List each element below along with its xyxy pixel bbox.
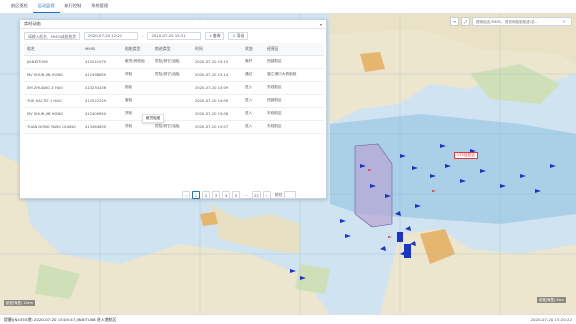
cell-ship-type: 拖轮 bbox=[122, 81, 152, 95]
export-button-label: 导出 bbox=[236, 33, 245, 38]
panel-title: 实时动态 bbox=[24, 21, 41, 26]
table-row[interactable]: YUAN DONG YANG GUANG 413464650 货轮 危险/其它/… bbox=[24, 120, 324, 134]
cell-status: 进入 bbox=[242, 94, 264, 108]
vts-station-label[interactable]: VTS信息站 bbox=[454, 152, 478, 159]
search-icon: ⌕ bbox=[209, 33, 212, 38]
prev-page-button[interactable]: ‹ bbox=[182, 191, 190, 199]
scale-indicator-right: 航程(海里) 5km bbox=[537, 297, 566, 303]
cell-status: 进入 bbox=[242, 107, 264, 121]
cell-ship-type: 货轮 bbox=[122, 68, 152, 82]
search-button-label: 查询 bbox=[212, 33, 221, 38]
cell-area: 东线航区 bbox=[264, 107, 324, 121]
tab-overview[interactable]: 航区揽检 bbox=[6, 1, 33, 13]
cell-ship-name: YUE HAI TIE 1 HAO bbox=[24, 94, 82, 108]
cell-ship-name: XM ZHUANG Z HAO bbox=[24, 81, 82, 95]
column-header[interactable]: 船名 bbox=[24, 43, 82, 56]
map-tools: ≡ ⤢ bbox=[450, 17, 470, 26]
column-header[interactable]: 航迹类型 bbox=[152, 43, 192, 56]
top-nav: 航区揽检 运动监视 航行控制 系统管理 bbox=[0, 0, 576, 14]
pagination: ‹ 1 2 3 4 5 ... 22 › 前往 bbox=[182, 191, 297, 199]
page-button[interactable]: 3 bbox=[212, 191, 220, 199]
cell-status: 通过 bbox=[242, 68, 264, 82]
page-button[interactable]: 22 bbox=[252, 191, 261, 199]
tab-system-management[interactable]: 系统管理 bbox=[86, 1, 113, 13]
cell-track-type bbox=[152, 81, 192, 95]
cell-mmsi: 412522259 bbox=[82, 94, 122, 108]
map-search-box: ⌕ bbox=[472, 17, 572, 26]
cell-time: 2020-07-20 15:09 bbox=[192, 81, 242, 95]
table-row[interactable]: YUE HAI TIE 1 HAO 412522259 客轮 2020-07-2… bbox=[24, 94, 324, 108]
page-button[interactable]: 1 bbox=[192, 191, 200, 199]
tab-navigation-control[interactable]: 航行控制 bbox=[60, 1, 87, 13]
cell-mmsi: 413241970 bbox=[82, 55, 122, 69]
cell-ship-name: YUAN DONG YANG GUANG bbox=[24, 120, 82, 134]
tab-monitor[interactable]: 运动监视 bbox=[32, 1, 60, 13]
cell-area: 东线航区 bbox=[264, 120, 324, 134]
cell-status: 离开 bbox=[242, 55, 264, 69]
goto-page-input[interactable] bbox=[284, 191, 297, 199]
page-button[interactable]: 4 bbox=[222, 191, 230, 199]
map-search-input[interactable] bbox=[473, 19, 559, 24]
page-button[interactable]: 2 bbox=[202, 191, 210, 199]
date-separator: - bbox=[142, 33, 144, 39]
column-header[interactable]: 时间 bbox=[192, 43, 242, 56]
fullscreen-icon[interactable]: ⤢ bbox=[461, 17, 470, 26]
date-to-field[interactable]: 2020-07-20 15:21 bbox=[147, 32, 202, 40]
cell-time: 2020-07-20 15:15 bbox=[192, 55, 242, 69]
keyword-input[interactable] bbox=[24, 32, 80, 40]
table-header-row: 船名 MMSI 船舶类型 航迹类型 时间 状态 经营区 bbox=[24, 43, 324, 56]
goto-label: 前往 bbox=[274, 192, 283, 197]
column-header[interactable]: 船舶类型 bbox=[122, 43, 152, 56]
cell-track-type: 危险/其它/油船 bbox=[152, 55, 192, 69]
scale-indicator-left: 航程(海里) 10km bbox=[4, 300, 35, 306]
table-row[interactable]: JIANXITU06 413241970 散货/其他船 危险/其它/油船 202… bbox=[24, 55, 324, 69]
realtime-panel: 实时动态 ▾ 2020-07-20 12:21 - 2020-07-20 15:… bbox=[19, 19, 327, 199]
layers-icon[interactable]: ≡ bbox=[450, 17, 459, 26]
current-time: 2020-07-20 15:20:22 bbox=[530, 317, 572, 322]
cell-ship-type: 客轮 bbox=[122, 94, 152, 108]
cell-mmsi: 412409650 bbox=[82, 107, 122, 121]
chevron-down-icon[interactable]: ▾ bbox=[320, 22, 322, 27]
next-page-button[interactable]: › bbox=[262, 191, 271, 199]
cell-ship-name: MV SHUN JIN HONG bbox=[24, 107, 82, 121]
table-row[interactable]: MV SHUN JIN HONG 412409650 货轮 2020-07-20… bbox=[24, 107, 324, 121]
cell-mmsi: 412498650 bbox=[82, 68, 122, 82]
cell-area: 湛江港口大桥航段 bbox=[264, 68, 324, 82]
page-button[interactable]: 5 bbox=[232, 191, 240, 199]
download-icon: ⇩ bbox=[232, 33, 236, 38]
cell-track-type bbox=[152, 94, 192, 108]
panel-header[interactable]: 实时动态 ▾ bbox=[20, 20, 326, 29]
ship-type-tooltip: 散货船舶 bbox=[142, 114, 165, 123]
cell-track-type: 危险/其它/油船 bbox=[152, 68, 192, 82]
cell-time: 2020-07-20 15:07 bbox=[192, 120, 242, 134]
cell-time: 2020-07-20 15:09 bbox=[192, 94, 242, 108]
cell-area: 西部航区 bbox=[264, 94, 324, 108]
cell-mmsi: 413234436 bbox=[82, 81, 122, 95]
cell-ship-name: MV SHUN JIN HONG bbox=[24, 68, 82, 82]
filter-bar: 2020-07-20 12:21 - 2020-07-20 15:21 ⌕ 查询… bbox=[20, 29, 326, 43]
search-icon[interactable]: ⌕ bbox=[559, 19, 569, 25]
cell-ship-name: JIANXITU06 bbox=[24, 55, 82, 69]
export-button[interactable]: ⇩ 导出 bbox=[228, 32, 249, 40]
date-from-field[interactable]: 2020-07-20 12:21 bbox=[84, 32, 138, 40]
cell-ship-type: 散货/其他船 bbox=[122, 55, 152, 69]
page-ellipsis[interactable]: ... bbox=[242, 191, 250, 199]
cell-status: 进入 bbox=[242, 120, 264, 134]
search-button[interactable]: ⌕ 查询 bbox=[205, 32, 225, 40]
column-header[interactable]: 经营区 bbox=[264, 43, 324, 56]
table-row[interactable]: MV SHUN JIN HONG 412498650 货轮 危险/其它/油船 2… bbox=[24, 68, 324, 82]
alert-message[interactable]: 提醒(JN4355港) 2020-07-20 15:05:47,JINXITU0… bbox=[4, 317, 116, 323]
cell-status: 进入 bbox=[242, 81, 264, 95]
cell-area: 西部航区 bbox=[264, 55, 324, 69]
cell-area: 东线航区 bbox=[264, 81, 324, 95]
vessel-table: 船名 MMSI 船舶类型 航迹类型 时间 状态 经营区 JIANXITU06 4… bbox=[24, 43, 324, 134]
table-row[interactable]: XM ZHUANG Z HAO 413234436 拖轮 2020-07-20 … bbox=[24, 81, 324, 95]
cell-time: 2020-07-20 15:08 bbox=[192, 107, 242, 121]
column-header[interactable]: 状态 bbox=[242, 43, 264, 56]
status-bar: 提醒(JN4355港) 2020-07-20 15:05:47,JINXITU0… bbox=[0, 314, 576, 324]
cell-time: 2020-07-20 15:14 bbox=[192, 68, 242, 82]
cell-mmsi: 413464650 bbox=[82, 120, 122, 134]
column-header[interactable]: MMSI bbox=[82, 43, 122, 56]
